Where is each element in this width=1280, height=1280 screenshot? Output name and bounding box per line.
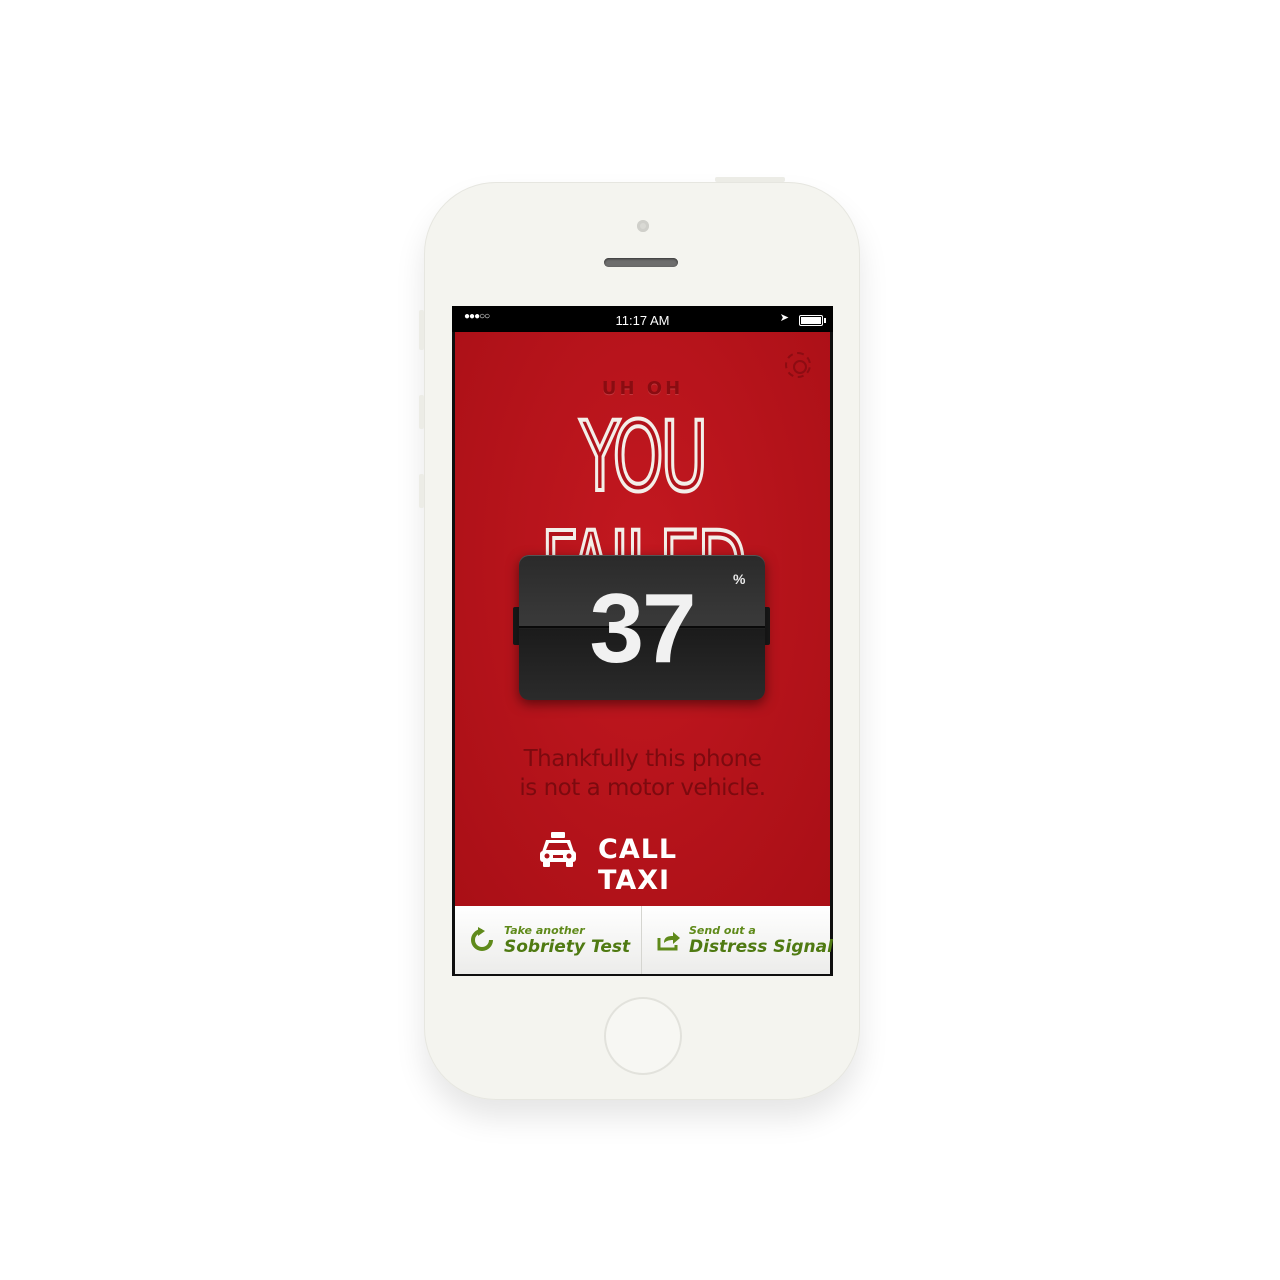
mute-switch xyxy=(419,310,424,350)
score-value: 37 xyxy=(589,573,696,683)
send-distress-signal-button[interactable]: Send out a Distress Signal xyxy=(642,906,833,974)
status-bar: ●●●○○ 11:17 AM ➤ xyxy=(452,306,833,332)
score-unit: % xyxy=(733,571,746,587)
power-button xyxy=(715,177,785,182)
retake-sobriety-test-button[interactable]: Take another Sobriety Test xyxy=(455,906,641,974)
volume-down-button xyxy=(419,474,424,508)
earpiece-speaker xyxy=(604,258,678,267)
taxi-icon xyxy=(538,830,578,873)
refresh-icon xyxy=(469,927,495,958)
home-button[interactable] xyxy=(604,997,682,1075)
volume-up-button xyxy=(419,395,424,429)
retest-small-label: Take another xyxy=(504,924,585,937)
result-kicker: UH OH xyxy=(601,378,684,399)
share-icon xyxy=(656,930,682,957)
distress-big-label: Distress Signal xyxy=(689,937,833,957)
settings-gear-icon[interactable] xyxy=(785,352,811,378)
retest-big-label: Sobriety Test xyxy=(504,937,631,957)
front-camera xyxy=(637,220,649,232)
status-time: 11:17 AM xyxy=(615,313,670,328)
call-taxi-button[interactable]: CALL TAXI xyxy=(535,826,750,896)
location-arrow-icon: ➤ xyxy=(779,312,789,324)
distress-small-label: Send out a xyxy=(689,924,756,937)
result-message: Thankfully this phone is not a motor veh… xyxy=(519,746,766,801)
battery-icon xyxy=(799,315,826,326)
call-taxi-label: CALL TAXI xyxy=(598,834,678,896)
